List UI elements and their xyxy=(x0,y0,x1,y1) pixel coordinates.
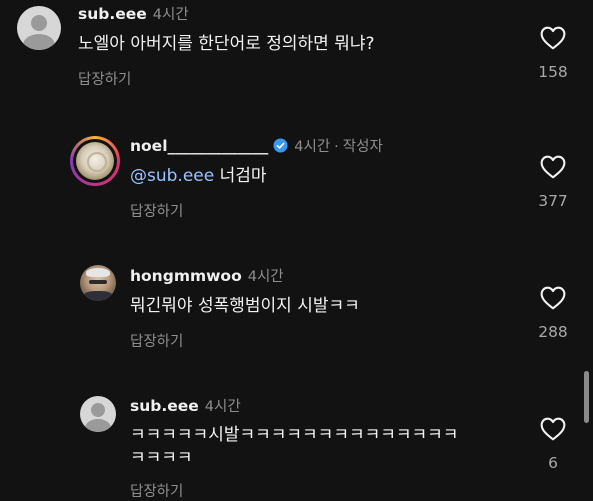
like-count: 6 xyxy=(548,454,558,472)
avatar[interactable] xyxy=(80,265,116,301)
comment-time: 4시간 xyxy=(204,399,241,415)
like-count: 158 xyxy=(538,63,568,81)
avatar[interactable] xyxy=(17,6,61,50)
avatar[interactable] xyxy=(80,396,116,432)
comment-time: 4시간 xyxy=(294,139,331,155)
reply-button[interactable]: 답장하기 xyxy=(130,330,183,351)
heart-outline-icon[interactable] xyxy=(540,417,566,441)
separator-dot: · xyxy=(334,139,339,155)
author-tag: 작성자 xyxy=(342,139,383,155)
comment-text-line-2: ㅋㅋㅋㅋ xyxy=(130,448,193,468)
comment-body: 너검마 xyxy=(219,166,267,186)
comment-time: 4시간 xyxy=(247,269,284,285)
comment-username[interactable]: noel_____________ xyxy=(130,137,268,155)
comment-username[interactable]: sub.eee xyxy=(78,5,147,23)
verified-badge-icon xyxy=(273,138,288,153)
heart-outline-icon[interactable] xyxy=(540,286,566,310)
mention-link[interactable]: @sub.eee xyxy=(130,166,214,186)
comment-text: 노엘아 아버지를 한단어로 정의하면 뭐냐? xyxy=(78,34,375,54)
comment-text-line-1: ㅋㅋㅋㅋㅋ시발ㅋㅋㅋㅋㅋㅋㅋㅋㅋㅋㅋㅋㅋㅋ xyxy=(130,425,459,445)
reply-button[interactable]: 답장하기 xyxy=(78,68,131,89)
like-count: 377 xyxy=(538,192,568,210)
comment-username[interactable]: sub.eee xyxy=(130,397,199,415)
reply-button[interactable]: 답장하기 xyxy=(130,200,183,221)
avatar[interactable] xyxy=(70,136,120,186)
comment-time: 4시간 xyxy=(152,7,189,23)
scrollbar[interactable] xyxy=(584,371,589,423)
heart-outline-icon[interactable] xyxy=(540,155,566,179)
heart-outline-icon[interactable] xyxy=(540,26,566,50)
comment-text: 뭐긴뭐야 성폭행범이지 시발ㅋㅋ xyxy=(130,296,360,316)
comment-username[interactable]: hongmmwoo xyxy=(130,267,242,285)
comment-text: @sub.eee 너검마 xyxy=(130,164,267,188)
like-count: 288 xyxy=(538,323,568,341)
